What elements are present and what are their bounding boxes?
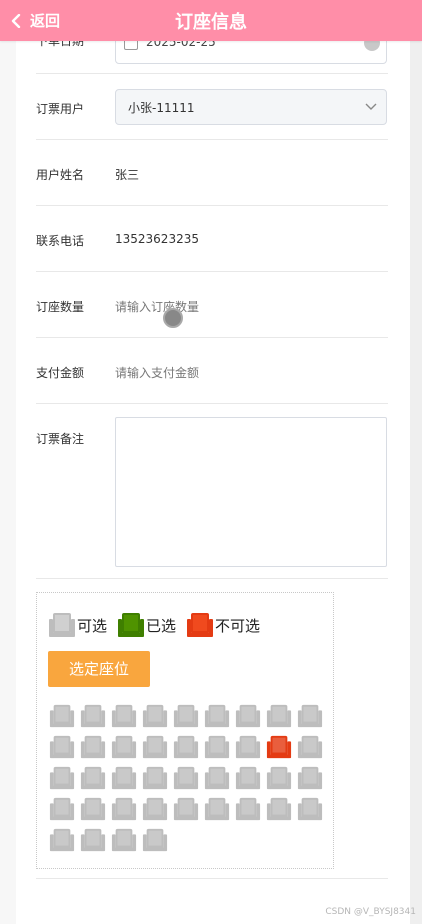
seat-available-icon bbox=[49, 613, 75, 637]
watermark: CSDN @V_BYSJ8341 bbox=[325, 907, 416, 917]
seat-available-icon[interactable] bbox=[80, 765, 106, 791]
name-label: 用户姓名 bbox=[36, 168, 85, 182]
seat-available-icon[interactable] bbox=[173, 734, 199, 760]
phone-value: 13523623235 bbox=[115, 232, 199, 246]
seat-available-icon[interactable] bbox=[80, 703, 106, 729]
seat-available-icon[interactable] bbox=[173, 703, 199, 729]
seat-available-icon[interactable] bbox=[266, 796, 292, 822]
seat-available-icon[interactable] bbox=[204, 796, 230, 822]
phone-label: 联系电话 bbox=[36, 234, 85, 248]
legend-unavailable-label: 不可选 bbox=[215, 616, 261, 635]
remark-label: 订票备注 bbox=[36, 432, 85, 446]
amount-row: 支付金额 请输入支付金额 bbox=[36, 337, 388, 404]
seat-available-icon[interactable] bbox=[111, 734, 137, 760]
seat-available-icon[interactable] bbox=[204, 734, 230, 760]
remark-textarea[interactable] bbox=[115, 417, 387, 567]
seat-available-icon[interactable] bbox=[111, 827, 137, 853]
seat-available-icon[interactable] bbox=[235, 765, 261, 791]
seat-available-icon[interactable] bbox=[111, 703, 137, 729]
qty-label: 订座数量 bbox=[36, 300, 85, 314]
seat-available-icon[interactable] bbox=[49, 734, 75, 760]
seat-available-icon[interactable] bbox=[204, 765, 230, 791]
legend-available: 可选 bbox=[48, 611, 107, 639]
touch-cursor-indicator bbox=[163, 308, 183, 328]
seat-available-icon[interactable] bbox=[235, 796, 261, 822]
seat-available-icon[interactable] bbox=[235, 734, 261, 760]
qty-row: 订座数量 请输入订座数量 bbox=[36, 271, 388, 338]
seat-available-icon[interactable] bbox=[297, 765, 323, 791]
amount-input[interactable]: 请输入支付金额 bbox=[115, 364, 199, 381]
seat-available-icon[interactable] bbox=[266, 765, 292, 791]
seat-available-icon[interactable] bbox=[204, 703, 230, 729]
scroll-rail[interactable] bbox=[410, 0, 422, 924]
seat-available-icon[interactable] bbox=[142, 796, 168, 822]
select-seat-button[interactable]: 选定座位 bbox=[48, 651, 150, 687]
seat-available-icon[interactable] bbox=[80, 734, 106, 760]
user-row: 订票用户 小张-11111 bbox=[36, 73, 388, 140]
seat-available-icon[interactable] bbox=[80, 796, 106, 822]
seat-available-icon[interactable] bbox=[49, 827, 75, 853]
seat-available-icon[interactable] bbox=[111, 796, 137, 822]
top-bar: 返回 订座信息 bbox=[0, 0, 422, 41]
seat-unavailable-icon bbox=[266, 735, 292, 759]
seat-available-icon[interactable] bbox=[173, 796, 199, 822]
chevron-down-icon bbox=[365, 103, 377, 110]
seat-available-icon[interactable] bbox=[142, 765, 168, 791]
seat-available-icon[interactable] bbox=[142, 703, 168, 729]
seat-available-icon[interactable] bbox=[49, 765, 75, 791]
seat-available-icon[interactable] bbox=[173, 765, 199, 791]
form-bottom-divider bbox=[36, 878, 388, 879]
remark-row: 订票备注 bbox=[36, 403, 388, 579]
amount-label: 支付金额 bbox=[36, 366, 85, 380]
seat-available-icon[interactable] bbox=[266, 703, 292, 729]
page-title: 订座信息 bbox=[175, 12, 247, 33]
page: 返回 订座信息 下单日期 2025-02-25 订票用户 小张-11111 用户… bbox=[0, 0, 422, 924]
seat-selected-icon bbox=[118, 613, 145, 637]
seat-available-icon[interactable] bbox=[235, 703, 261, 729]
name-value: 张三 bbox=[115, 168, 140, 182]
seat-panel: 可选 已选 不可选 选定座位 bbox=[36, 592, 334, 869]
seat-available-icon[interactable] bbox=[49, 796, 75, 822]
seat-available-icon[interactable] bbox=[297, 796, 323, 822]
name-row: 用户姓名 张三 bbox=[36, 139, 388, 206]
legend-selected: 已选 bbox=[117, 611, 176, 639]
seat-available-icon[interactable] bbox=[111, 765, 137, 791]
seat-available-icon[interactable] bbox=[80, 827, 106, 853]
seat-available-icon[interactable] bbox=[297, 734, 323, 760]
legend-available-label: 可选 bbox=[77, 616, 108, 635]
seat-legend: 可选 已选 不可选 bbox=[48, 611, 270, 639]
seat-available-icon[interactable] bbox=[49, 703, 75, 729]
user-label: 订票用户 bbox=[36, 102, 85, 116]
legend-unavailable: 不可选 bbox=[186, 611, 260, 639]
legend-selected-label: 已选 bbox=[146, 616, 177, 635]
user-select[interactable]: 小张-11111 bbox=[115, 89, 387, 125]
left-gutter bbox=[0, 0, 16, 924]
seat-available-icon[interactable] bbox=[142, 734, 168, 760]
qty-input[interactable]: 请输入订座数量 bbox=[115, 298, 199, 315]
seat-unavailable-icon bbox=[187, 613, 214, 637]
phone-row: 联系电话 13523623235 bbox=[36, 205, 388, 272]
seat-available-icon[interactable] bbox=[297, 703, 323, 729]
seat-available-icon[interactable] bbox=[142, 827, 168, 853]
user-select-value: 小张-11111 bbox=[128, 101, 195, 115]
